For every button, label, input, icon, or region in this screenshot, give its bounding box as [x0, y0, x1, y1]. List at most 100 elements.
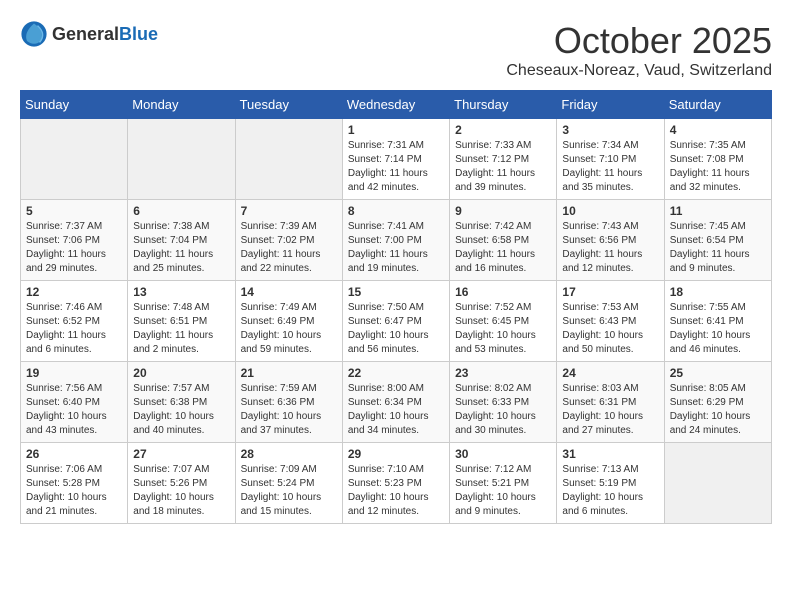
weekday-header-sunday: Sunday — [21, 91, 128, 119]
logo-general: General — [52, 24, 119, 44]
day-info: Sunrise: 7:34 AM Sunset: 7:10 PM Dayligh… — [562, 139, 658, 195]
day-info: Sunrise: 7:52 AM Sunset: 6:45 PM Dayligh… — [455, 301, 551, 357]
day-number: 14 — [241, 285, 337, 299]
calendar-table: SundayMondayTuesdayWednesdayThursdayFrid… — [20, 90, 772, 524]
calendar-cell: 26Sunrise: 7:06 AM Sunset: 5:28 PM Dayli… — [21, 443, 128, 524]
day-info: Sunrise: 7:49 AM Sunset: 6:49 PM Dayligh… — [241, 301, 337, 357]
calendar-cell: 24 Sunrise: 8:03 AM Sunset: 6:31 PM Dayli… — [557, 362, 664, 443]
day-number: 20 — [133, 366, 229, 380]
day-number: 30 — [455, 447, 551, 461]
calendar-week-row: 12 Sunrise: 7:46 AM Sunset: 6:52 PM Dayli… — [21, 281, 772, 362]
day-number: 9 — [455, 204, 551, 218]
day-number: 12 — [26, 285, 122, 299]
calendar-cell: 30 Sunrise: 7:12 AM Sunset: 5:21 PM Dayli… — [450, 443, 557, 524]
logo: GeneralBlue — [20, 20, 158, 48]
day-number: 27 — [133, 447, 229, 461]
calendar-cell: 20 Sunrise: 7:57 AM Sunset: 6:38 PM Dayli… — [128, 362, 235, 443]
calendar-cell: 10 Sunrise: 7:43 AM Sunset: 6:56 PM Dayli… — [557, 200, 664, 281]
calendar-cell: 29 Sunrise: 7:10 AM Sunset: 5:23 PM Dayli… — [342, 443, 449, 524]
day-info: Sunrise: 7:59 AM Sunset: 6:36 PM Dayligh… — [241, 382, 337, 438]
day-number: 11 — [670, 204, 766, 218]
calendar-cell: 4 Sunrise: 7:35 AM Sunset: 7:08 PM Daylig… — [664, 119, 771, 200]
calendar-cell: 9 Sunrise: 7:42 AM Sunset: 6:58 PM Daylig… — [450, 200, 557, 281]
day-info: Sunrise: 7:12 AM Sunset: 5:21 PM Dayligh… — [455, 463, 551, 519]
day-info: Sunrise: 7:13 AM Sunset: 5:19 PM Dayligh… — [562, 463, 658, 519]
weekday-header-monday: Monday — [128, 91, 235, 119]
day-info: Sunrise: 7:09 AM Sunset: 5:24 PM Dayligh… — [241, 463, 337, 519]
day-info: Sunrise: 7:35 AM Sunset: 7:08 PM Dayligh… — [670, 139, 766, 195]
calendar-cell: 8Sunrise: 7:41 AM Sunset: 7:00 PM Daylig… — [342, 200, 449, 281]
day-info: Sunrise: 8:03 AM Sunset: 6:31 PM Dayligh… — [562, 382, 658, 438]
logo-icon — [20, 20, 48, 48]
weekday-header-friday: Friday — [557, 91, 664, 119]
day-info: Sunrise: 7:45 AM Sunset: 6:54 PM Dayligh… — [670, 220, 766, 276]
month-title: October 2025 — [506, 20, 772, 62]
weekday-header-saturday: Saturday — [664, 91, 771, 119]
calendar-week-row: 26Sunrise: 7:06 AM Sunset: 5:28 PM Dayli… — [21, 443, 772, 524]
calendar-cell: 21 Sunrise: 7:59 AM Sunset: 6:36 PM Dayli… — [235, 362, 342, 443]
day-info: Sunrise: 8:00 AM Sunset: 6:34 PM Dayligh… — [348, 382, 444, 438]
calendar-cell: 25Sunrise: 8:05 AM Sunset: 6:29 PM Dayli… — [664, 362, 771, 443]
day-info: Sunrise: 7:42 AM Sunset: 6:58 PM Dayligh… — [455, 220, 551, 276]
day-number: 4 — [670, 123, 766, 137]
calendar-cell: 6 Sunrise: 7:38 AM Sunset: 7:04 PM Daylig… — [128, 200, 235, 281]
day-info: Sunrise: 7:50 AM Sunset: 6:47 PM Dayligh… — [348, 301, 444, 357]
day-number: 23 — [455, 366, 551, 380]
day-number: 17 — [562, 285, 658, 299]
day-number: 29 — [348, 447, 444, 461]
calendar-cell: 18Sunrise: 7:55 AM Sunset: 6:41 PM Dayli… — [664, 281, 771, 362]
day-info: Sunrise: 7:46 AM Sunset: 6:52 PM Dayligh… — [26, 301, 122, 357]
weekday-header-thursday: Thursday — [450, 91, 557, 119]
day-info: Sunrise: 7:43 AM Sunset: 6:56 PM Dayligh… — [562, 220, 658, 276]
calendar-cell: 27Sunrise: 7:07 AM Sunset: 5:26 PM Dayli… — [128, 443, 235, 524]
day-number: 19 — [26, 366, 122, 380]
day-info: Sunrise: 7:31 AM Sunset: 7:14 PM Dayligh… — [348, 139, 444, 195]
calendar-cell: 17Sunrise: 7:53 AM Sunset: 6:43 PM Dayli… — [557, 281, 664, 362]
calendar-cell: 3 Sunrise: 7:34 AM Sunset: 7:10 PM Daylig… — [557, 119, 664, 200]
day-number: 21 — [241, 366, 337, 380]
calendar-cell — [128, 119, 235, 200]
day-number: 7 — [241, 204, 337, 218]
day-info: Sunrise: 7:39 AM Sunset: 7:02 PM Dayligh… — [241, 220, 337, 276]
day-number: 22 — [348, 366, 444, 380]
calendar-cell: 1Sunrise: 7:31 AM Sunset: 7:14 PM Daylig… — [342, 119, 449, 200]
day-info: Sunrise: 7:57 AM Sunset: 6:38 PM Dayligh… — [133, 382, 229, 438]
calendar-cell: 28Sunrise: 7:09 AM Sunset: 5:24 PM Dayli… — [235, 443, 342, 524]
day-number: 25 — [670, 366, 766, 380]
calendar-cell: 7 Sunrise: 7:39 AM Sunset: 7:02 PM Daylig… — [235, 200, 342, 281]
location-title: Cheseaux-Noreaz, Vaud, Switzerland — [506, 62, 772, 80]
calendar-cell: 12 Sunrise: 7:46 AM Sunset: 6:52 PM Dayli… — [21, 281, 128, 362]
day-number: 31 — [562, 447, 658, 461]
calendar-week-row: 1Sunrise: 7:31 AM Sunset: 7:14 PM Daylig… — [21, 119, 772, 200]
day-number: 24 — [562, 366, 658, 380]
calendar-cell: 19 Sunrise: 7:56 AM Sunset: 6:40 PM Dayli… — [21, 362, 128, 443]
calendar-cell — [235, 119, 342, 200]
calendar-cell: 16Sunrise: 7:52 AM Sunset: 6:45 PM Dayli… — [450, 281, 557, 362]
calendar-cell — [664, 443, 771, 524]
day-info: Sunrise: 7:33 AM Sunset: 7:12 PM Dayligh… — [455, 139, 551, 195]
day-number: 10 — [562, 204, 658, 218]
logo-text: GeneralBlue — [52, 24, 158, 45]
calendar-cell: 14 Sunrise: 7:49 AM Sunset: 6:49 PM Dayli… — [235, 281, 342, 362]
day-number: 6 — [133, 204, 229, 218]
calendar-cell: 23Sunrise: 8:02 AM Sunset: 6:33 PM Dayli… — [450, 362, 557, 443]
calendar-header-row: SundayMondayTuesdayWednesdayThursdayFrid… — [21, 91, 772, 119]
weekday-header-wednesday: Wednesday — [342, 91, 449, 119]
day-number: 3 — [562, 123, 658, 137]
day-number: 8 — [348, 204, 444, 218]
weekday-header-tuesday: Tuesday — [235, 91, 342, 119]
day-number: 26 — [26, 447, 122, 461]
day-number: 15 — [348, 285, 444, 299]
day-info: Sunrise: 7:10 AM Sunset: 5:23 PM Dayligh… — [348, 463, 444, 519]
calendar-cell: 22 Sunrise: 8:00 AM Sunset: 6:34 PM Dayli… — [342, 362, 449, 443]
calendar-cell: 15 Sunrise: 7:50 AM Sunset: 6:47 PM Dayli… — [342, 281, 449, 362]
day-info: Sunrise: 7:37 AM Sunset: 7:06 PM Dayligh… — [26, 220, 122, 276]
day-info: Sunrise: 7:38 AM Sunset: 7:04 PM Dayligh… — [133, 220, 229, 276]
day-number: 5 — [26, 204, 122, 218]
day-info: Sunrise: 7:48 AM Sunset: 6:51 PM Dayligh… — [133, 301, 229, 357]
calendar-cell — [21, 119, 128, 200]
calendar-cell: 2Sunrise: 7:33 AM Sunset: 7:12 PM Daylig… — [450, 119, 557, 200]
day-info: Sunrise: 7:56 AM Sunset: 6:40 PM Dayligh… — [26, 382, 122, 438]
calendar-cell: 13Sunrise: 7:48 AM Sunset: 6:51 PM Dayli… — [128, 281, 235, 362]
day-info: Sunrise: 7:55 AM Sunset: 6:41 PM Dayligh… — [670, 301, 766, 357]
